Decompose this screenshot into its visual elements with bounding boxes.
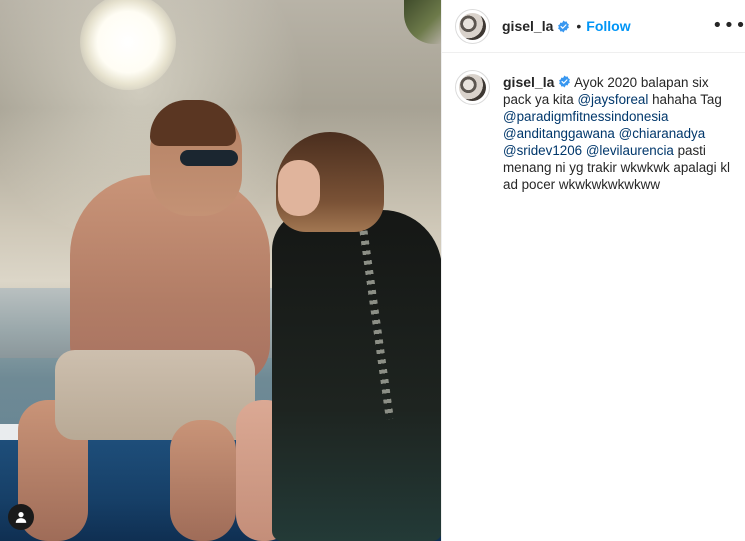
follow-button[interactable]: Follow	[586, 18, 630, 34]
man-leg	[170, 420, 236, 541]
mention-link[interactable]: @anditanggawana	[503, 126, 615, 141]
mention-link[interactable]: @paradigmfitnessindonesia	[503, 109, 668, 124]
avatar[interactable]	[455, 70, 490, 105]
woman-face	[278, 160, 320, 216]
username-link[interactable]: gisel_la	[502, 18, 553, 34]
caption-part: hahaha Tag	[648, 92, 722, 107]
post-header: gisel_la • Follow •••	[442, 0, 745, 53]
mention-link[interactable]: @sridev1206	[503, 143, 582, 158]
sunglasses	[180, 150, 238, 166]
palm-leaf	[404, 0, 441, 44]
woman-dress	[272, 210, 441, 541]
mention-link[interactable]: @jaysforeal	[577, 92, 648, 107]
avatar[interactable]	[455, 8, 490, 44]
mention-link[interactable]: @levilaurencia	[586, 143, 674, 158]
post-sidebar: gisel_la • Follow ••• gisel_la Ayok 2020…	[441, 0, 745, 541]
user-icon	[15, 512, 27, 523]
tagged-users-button[interactable]	[8, 504, 34, 530]
mention-link[interactable]: @chiaranadya	[619, 126, 706, 141]
caption-comment: gisel_la Ayok 2020 balapan six pack ya k…	[455, 70, 740, 193]
post-photo[interactable]	[0, 0, 441, 541]
more-options-icon[interactable]: •••	[712, 14, 745, 38]
caption-username-link[interactable]: gisel_la	[503, 74, 554, 90]
caption-text: gisel_la Ayok 2020 balapan six pack ya k…	[503, 74, 739, 193]
verified-badge-icon	[558, 20, 570, 32]
separator-dot: •	[576, 18, 582, 34]
verified-badge-icon	[559, 75, 570, 88]
